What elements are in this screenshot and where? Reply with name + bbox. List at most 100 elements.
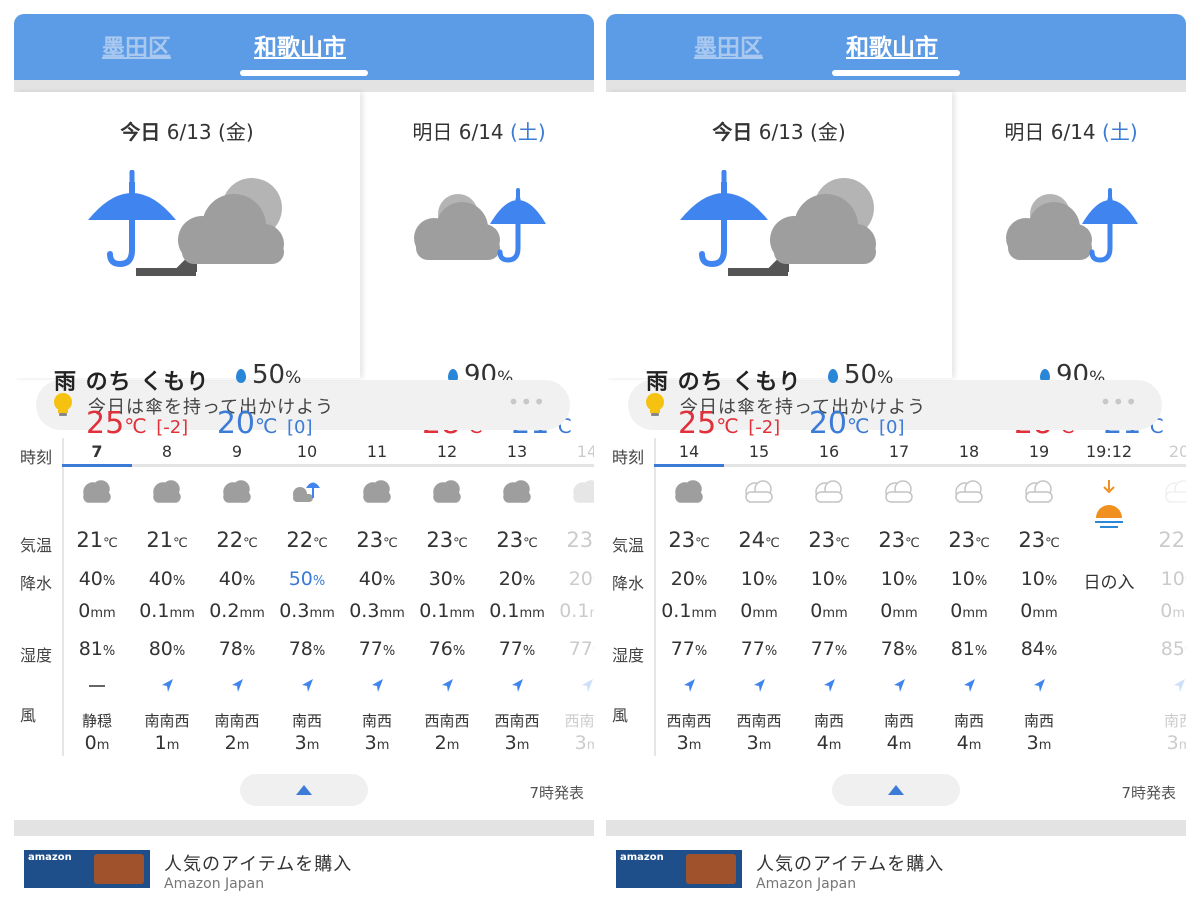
ad-thumbnail[interactable]: amazon bbox=[616, 850, 742, 888]
wind-direction: 南西 bbox=[1163, 712, 1186, 730]
tab-wakayama[interactable]: 和歌山市 bbox=[846, 28, 938, 62]
hourly-forecast-table[interactable]: 時刻 気温 降水 湿度 風 14 23℃ 20% 0.1mm 77% 西南西 3m 15 24℃… bbox=[606, 438, 1186, 756]
hour-column[interactable]: 18 23℃ 10% 0mm 81% 南西 4m bbox=[934, 438, 1004, 756]
ad-advertiser: Amazon Japan bbox=[164, 876, 265, 892]
row-label-precip: 降水 bbox=[20, 574, 53, 593]
wind-speed: 3m bbox=[676, 732, 702, 754]
hour-column[interactable]: 19 23℃ 10% 0mm 84% 南西 3m bbox=[1004, 438, 1074, 756]
sunset-label: 日の入 bbox=[1083, 573, 1135, 593]
calm-dash-icon bbox=[62, 676, 132, 700]
ad-title[interactable]: 人気のアイテムを購入 bbox=[756, 850, 944, 876]
hour-label: 13 bbox=[506, 442, 528, 461]
row-label-wind: 風 bbox=[20, 706, 37, 725]
today-card[interactable]: 今日 6/13 (金) 雨 のち くもり 50% 25℃ [-2] 20℃ [0… bbox=[606, 92, 952, 441]
today-low: 20℃ [0] bbox=[808, 406, 905, 441]
hour-column[interactable]: 8 21℃ 40% 0.1mm 80% 南南西 1m bbox=[132, 438, 202, 756]
hour-precip-amount: 0.1mm bbox=[139, 600, 195, 622]
tomorrow-weekday: (土) bbox=[510, 120, 546, 144]
wind-arrow-icon bbox=[794, 676, 864, 700]
sunset-icon bbox=[1074, 478, 1144, 528]
wind-arrow-icon bbox=[864, 676, 934, 700]
wind-direction: 西南西 bbox=[736, 712, 782, 730]
ad-title[interactable]: 人気のアイテムを購入 bbox=[164, 850, 352, 876]
tomorrow-label: 明日 bbox=[412, 120, 453, 144]
weather-panel-left: 墨田区 和歌山市 今日 6/13 (金) 雨 のち くもり 50% 25℃ [-… bbox=[14, 14, 594, 900]
wind-direction: 南西 bbox=[813, 712, 844, 730]
hour-label: 18 bbox=[958, 442, 980, 461]
hour-column[interactable]: 14 23℃ 20% 0.1mm 77% 西南西 3m bbox=[552, 438, 594, 756]
hour-column[interactable]: 12 23℃ 30% 0.1mm 76% 西南西 2m bbox=[412, 438, 482, 756]
hour-column[interactable]: 9 22℃ 40% 0.2mm 78% 南南西 2m bbox=[202, 438, 272, 756]
rain-then-cloudy-icon bbox=[680, 170, 876, 276]
hour-column[interactable]: 11 23℃ 40% 0.3mm 77% 南西 3m bbox=[342, 438, 412, 756]
section-divider bbox=[14, 820, 594, 836]
hour-humidity: 78% bbox=[288, 638, 326, 660]
wind-direction: 南南西 bbox=[144, 712, 190, 730]
tab-wakayama[interactable]: 和歌山市 bbox=[254, 28, 346, 62]
hour-precip-amount: 0.3mm bbox=[279, 600, 335, 622]
hour-column[interactable]: 17 23℃ 10% 0mm 78% 南西 4m bbox=[864, 438, 934, 756]
hour-precip-chance: 20% bbox=[670, 568, 708, 590]
hour-column[interactable]: 13 23℃ 20% 0.1mm 77% 西南西 3m bbox=[482, 438, 552, 756]
wind-direction: 南西 bbox=[883, 712, 914, 730]
hour-column[interactable]: 14 23℃ 20% 0.1mm 77% 西南西 3m bbox=[654, 438, 724, 756]
hour-column[interactable]: 19:12 日の入 bbox=[1074, 438, 1144, 756]
hour-humidity: 77% bbox=[740, 638, 778, 660]
hour-temp: 21℃ bbox=[146, 528, 188, 552]
wind-direction: 西南西 bbox=[494, 712, 540, 730]
wind-speed: 1m bbox=[154, 732, 180, 754]
cloud-rain-icon bbox=[272, 478, 342, 512]
hour-column[interactable]: 10 22℃ 50% 0.3mm 78% 南西 3m bbox=[272, 438, 342, 756]
cloudy-then-rain-icon bbox=[414, 188, 546, 263]
hourly-forecast-table[interactable]: 時刻 気温 降水 湿度 風 7 21℃ 40% 0mm 81% 静穏 0m 8 21℃ 40% 0.… bbox=[14, 438, 594, 756]
row-label-temp: 気温 bbox=[20, 536, 53, 555]
hour-precip-chance: 10% bbox=[740, 568, 778, 590]
row-label-humidity: 湿度 bbox=[612, 646, 645, 665]
cloud-icon bbox=[654, 478, 724, 512]
tomorrow-date: 6/14 bbox=[1050, 120, 1096, 144]
tomorrow-card[interactable]: 明日 6/14 (土) 90% 28℃ 21℃ bbox=[956, 92, 1186, 441]
hour-humidity: 81% bbox=[950, 638, 988, 660]
ad-product-image bbox=[94, 854, 144, 884]
more-options-icon[interactable]: ••• bbox=[508, 390, 546, 414]
collapse-button[interactable] bbox=[240, 774, 368, 806]
hour-label: 20 bbox=[1168, 442, 1186, 461]
wind-arrow-icon bbox=[552, 676, 594, 700]
light-cloud-icon bbox=[934, 478, 1004, 512]
today-card[interactable]: 今日 6/13 (金) 雨 のち くもり 50% 25℃ [-2] 20℃ [0… bbox=[14, 92, 360, 441]
wind-direction: 南西 bbox=[1023, 712, 1054, 730]
tab-sumida[interactable]: 墨田区 bbox=[102, 28, 171, 62]
hour-label: 10 bbox=[296, 442, 318, 461]
tab-sumida[interactable]: 墨田区 bbox=[694, 28, 763, 62]
ad-thumbnail[interactable]: amazon bbox=[24, 850, 150, 888]
ad-product-image bbox=[686, 854, 736, 884]
hour-column[interactable]: 16 23℃ 10% 0mm 77% 南西 4m bbox=[794, 438, 864, 756]
hour-humidity: 76% bbox=[428, 638, 466, 660]
wind-speed: 3m bbox=[504, 732, 530, 754]
issued-time: 7時発表 bbox=[1121, 784, 1176, 802]
collapse-button[interactable] bbox=[832, 774, 960, 806]
hour-precip-chance: 40% bbox=[148, 568, 186, 590]
today-precip-chance: 50% bbox=[236, 360, 301, 390]
wind-speed: 4m bbox=[956, 732, 982, 754]
ad-banner[interactable]: amazon 人気のアイテムを購入 Amazon Japan bbox=[606, 836, 1186, 900]
ad-banner[interactable]: amazon 人気のアイテムを購入 Amazon Japan bbox=[14, 836, 594, 900]
hour-precip-amount: 0.1mm bbox=[419, 600, 475, 622]
hour-label: 14 bbox=[576, 442, 594, 461]
hour-precip-chance: 10% bbox=[810, 568, 848, 590]
today-label: 今日 bbox=[120, 120, 161, 144]
today-weekday: (金) bbox=[810, 120, 846, 144]
wind-speed: 3m bbox=[1026, 732, 1052, 754]
more-options-icon[interactable]: ••• bbox=[1100, 390, 1138, 414]
tomorrow-date: 6/14 bbox=[458, 120, 504, 144]
hour-label: 9 bbox=[231, 442, 243, 461]
wind-arrow-icon bbox=[1144, 676, 1186, 700]
hour-label: 19 bbox=[1028, 442, 1050, 461]
hour-column[interactable]: 15 24℃ 10% 0mm 77% 西南西 3m bbox=[724, 438, 794, 756]
hour-column[interactable]: 20 22℃ 10% 0mm 85% 南西 3m bbox=[1144, 438, 1186, 756]
hour-column[interactable]: 7 21℃ 40% 0mm 81% 静穏 0m bbox=[62, 438, 132, 756]
today-temperatures: 25℃ [-2] 20℃ [0] bbox=[678, 406, 905, 441]
tomorrow-card[interactable]: 明日 6/14 (土) 90% 28℃ 21℃ bbox=[364, 92, 594, 441]
wind-direction: 静穏 bbox=[81, 712, 112, 730]
hour-precip-chance: 40% bbox=[358, 568, 396, 590]
